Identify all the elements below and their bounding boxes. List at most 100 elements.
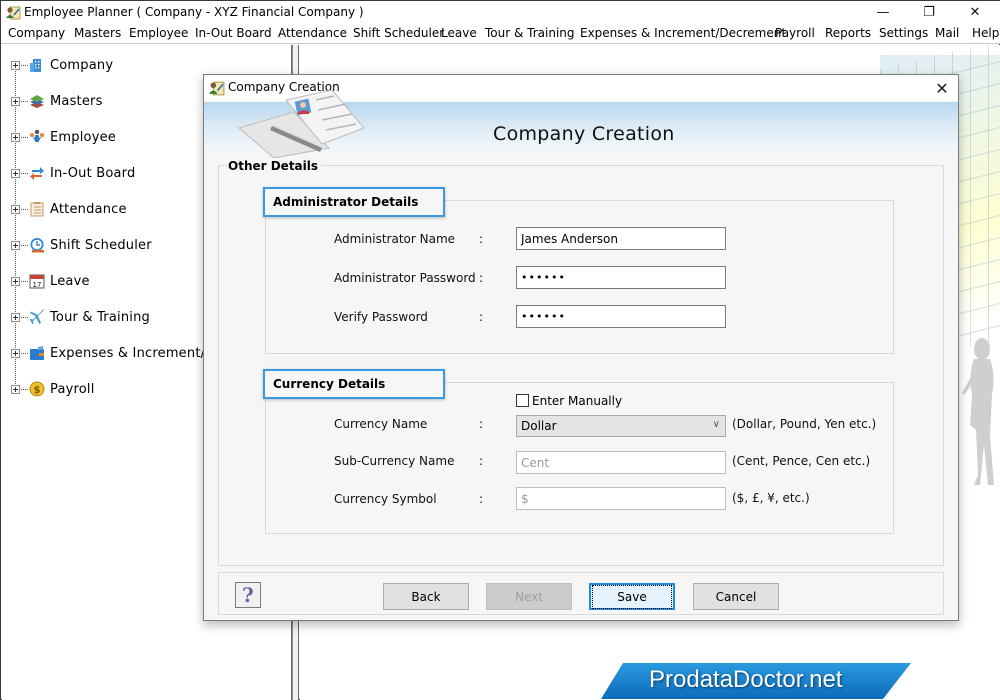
tree-connector (21, 64, 28, 66)
menu-help[interactable]: Help (972, 26, 999, 40)
menu-masters[interactable]: Masters (74, 26, 121, 40)
expand-icon[interactable] (11, 60, 20, 70)
administrator-details-group: Administrator Details Administrator Name… (263, 187, 894, 354)
menu-settings[interactable]: Settings (879, 26, 928, 40)
menu-reports[interactable]: Reports (825, 26, 871, 40)
chevron-down-icon: ∨ (712, 419, 720, 430)
currency-name-selected: Dollar (521, 419, 557, 433)
tree-item-label: Company (50, 57, 114, 73)
currency-symbol-input[interactable] (516, 487, 726, 510)
sub-currency-name-input[interactable] (516, 451, 726, 474)
tree-item-label: Tour & Training (50, 309, 150, 325)
colon-separator: : (479, 232, 484, 246)
dialog-close-button[interactable]: ✕ (931, 77, 953, 99)
tree-item-label: Shift Scheduler (50, 237, 152, 253)
tree-connector (21, 172, 28, 174)
close-icon: ✕ (969, 5, 981, 20)
tree-item-in-out-board[interactable]: In-Out Board (11, 163, 135, 183)
cancel-button[interactable]: Cancel (693, 583, 779, 610)
menu-attendance[interactable]: Attendance (278, 26, 347, 40)
menu-shift-scheduler[interactable]: Shift Scheduler (353, 26, 444, 40)
cancel-button-label: Cancel (715, 589, 757, 604)
tree-item-payroll[interactable]: $ Payroll (11, 379, 95, 399)
expand-icon[interactable] (11, 132, 20, 142)
tree-item-company[interactable]: Company (11, 55, 113, 75)
app-window: Employee Planner ( Company - XYZ Financi… (0, 0, 1000, 700)
save-button-label: Save (592, 584, 672, 609)
administrator-password-label: Administrator Password (334, 271, 476, 285)
brand-text: ProdataDoctor.net (649, 666, 843, 693)
layers-icon (30, 95, 44, 108)
airplane-icon (29, 309, 44, 324)
colon-separator: : (479, 271, 484, 285)
save-button[interactable]: Save (589, 583, 675, 610)
tree-item-leave[interactable]: 17 Leave (11, 271, 90, 291)
expand-icon[interactable] (11, 96, 20, 106)
tree-connector (21, 388, 28, 390)
document-pen-icon (237, 90, 365, 158)
administrator-details-legend: Administrator Details (263, 187, 445, 217)
administrator-name-input[interactable] (516, 227, 726, 250)
app-icon (6, 6, 21, 20)
minimize-icon: — (876, 5, 890, 20)
menu-expenses[interactable]: Expenses & Increment/Decrement (580, 26, 786, 40)
other-details-group: Other Details Administrator Details Admi… (218, 159, 944, 566)
menu-tour-training[interactable]: Tour & Training (485, 26, 575, 40)
tree-item-tour-training[interactable]: Tour & Training (11, 307, 150, 327)
colon-separator: : (479, 417, 484, 431)
currency-details-group: Currency Details Enter Manually Currency… (263, 369, 894, 534)
clipboard-icon (30, 202, 44, 217)
enter-manually-label[interactable]: Enter Manually (532, 394, 622, 408)
expand-icon[interactable] (11, 384, 20, 394)
tree-item-label: In-Out Board (50, 165, 136, 181)
menu-mail[interactable]: Mail (935, 26, 959, 40)
dialog-button-bar: ? Back Next Save Cancel (218, 572, 944, 615)
back-button[interactable]: Back (383, 583, 469, 610)
menu-bar: Company Masters Employee In-Out Board At… (1, 24, 1000, 44)
tree-item-label: Masters (50, 93, 103, 109)
verify-password-label: Verify Password (334, 310, 428, 324)
enter-manually-checkbox[interactable] (516, 394, 529, 407)
expand-icon[interactable] (11, 276, 20, 286)
menu-leave[interactable]: Leave (441, 26, 477, 40)
tree-connector (21, 100, 28, 102)
tree-item-employee[interactable]: Employee (11, 127, 116, 147)
calendar-day: 17 (33, 281, 42, 289)
currency-name-select[interactable]: Dollar ∨ (516, 415, 726, 437)
tree-item-masters[interactable]: Masters (11, 91, 103, 111)
question-mark-icon: ? (242, 583, 254, 607)
tree-connector (21, 316, 28, 318)
legend-text: Currency Details (273, 377, 386, 391)
clock-icon (30, 238, 44, 253)
minimize-button[interactable]: — (860, 1, 906, 24)
expand-icon[interactable] (11, 240, 20, 250)
dialog-heading: Company Creation (493, 123, 675, 145)
menu-payroll[interactable]: Payroll (775, 26, 815, 40)
colon-separator: : (479, 310, 484, 324)
window-titlebar: Employee Planner ( Company - XYZ Financi… (1, 1, 1000, 24)
restore-icon: ❐ (923, 5, 935, 20)
calendar-icon: 17 (29, 274, 45, 289)
expand-icon[interactable] (11, 312, 20, 322)
menu-company[interactable]: Company (8, 26, 65, 40)
brand-banner: ProdataDoctor.net (601, 663, 911, 699)
administrator-password-input[interactable]: •••••• (516, 266, 726, 289)
close-window-button[interactable]: ✕ (952, 1, 998, 24)
tree-item-shift-scheduler[interactable]: Shift Scheduler (11, 235, 152, 255)
currency-details-legend: Currency Details (263, 369, 445, 399)
expand-icon[interactable] (11, 204, 20, 214)
menu-employee[interactable]: Employee (129, 26, 188, 40)
close-icon: ✕ (935, 78, 949, 98)
wallet-icon (30, 346, 44, 360)
expand-icon[interactable] (11, 348, 20, 358)
expand-icon[interactable] (11, 168, 20, 178)
next-button[interactable]: Next (486, 583, 572, 610)
tree-item-attendance[interactable]: Attendance (11, 199, 127, 219)
building-icon (30, 59, 41, 72)
menu-in-out-board[interactable]: In-Out Board (195, 26, 272, 40)
verify-password-input[interactable]: •••••• (516, 305, 726, 328)
help-button[interactable]: ? (235, 582, 261, 608)
back-button-label: Back (411, 589, 441, 604)
administrator-name-label: Administrator Name (334, 232, 456, 246)
maximize-button[interactable]: ❐ (906, 1, 952, 24)
